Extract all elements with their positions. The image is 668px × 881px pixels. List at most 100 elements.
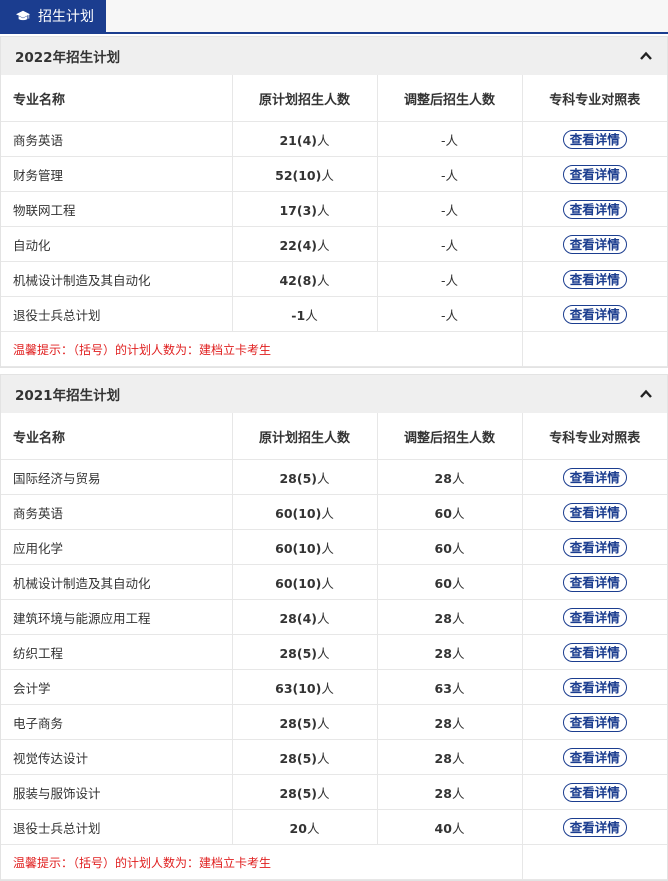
adjusted-count-cell: 28人 [377,599,523,635]
adjusted-count: 28 [434,785,452,801]
unit-label: 人 [317,750,330,766]
view-details-button[interactable]: 查看详情 [562,572,627,592]
unit-label: 人 [451,680,465,696]
view-details-button[interactable]: 查看详情 [562,677,627,697]
tab-admission-plan[interactable]: 招生计划 [0,0,106,32]
planned-count-cell: 28(4)人 [232,599,378,635]
detail-cell: 查看详情 [522,261,667,297]
view-details-button[interactable]: 查看详情 [562,269,627,289]
major-name: 建筑环境与能源应用工程 [1,599,233,635]
unit-label: 人 [317,470,330,486]
detail-cell: 查看详情 [522,494,667,530]
table-row: 机械设计制造及其自动化 42(8)人 -人 查看详情 [1,261,667,297]
planned-count: 22(4) [279,237,317,253]
unit-label: 人 [321,505,334,521]
planned-count-cell: 28(5)人 [232,459,378,495]
adjusted-count: 60 [434,540,452,556]
sections-container: 2022年招生计划 专业名称 原计划招生人数 调整后招生人数 专科专业对照表 商务英语 21… [0,36,668,881]
planned-count: 28(5) [279,750,317,766]
adjusted-count: 60 [434,505,452,521]
view-details-button[interactable]: 查看详情 [562,817,627,837]
unit-label: 人 [451,575,465,591]
major-name: 机械设计制造及其自动化 [1,564,233,600]
major-name: 服装与服饰设计 [1,774,233,810]
adjusted-count-cell: 60人 [377,529,523,565]
adjusted-count: 28 [434,470,452,486]
planned-count-cell: 63(10)人 [232,669,378,705]
planned-count-cell: 22(4)人 [232,226,378,262]
detail-cell: 查看详情 [522,156,667,192]
tab-label: 招生计划 [38,9,94,25]
major-name: 退役士兵总计划 [1,809,233,845]
section-title: 2021年招生计划 [15,388,121,404]
adjusted-count-cell: -人 [377,261,523,297]
adjusted-count-cell: -人 [377,191,523,227]
adjusted-count: 63 [434,680,452,696]
view-details-button[interactable]: 查看详情 [562,747,627,767]
major-name: 物联网工程 [1,191,233,227]
view-details-button[interactable]: 查看详情 [562,304,627,324]
adjusted-count: 60 [434,575,452,591]
view-details-button[interactable]: 查看详情 [562,537,627,557]
unit-label: 人 [445,307,459,323]
detail-cell: 查看详情 [522,669,667,705]
chevron-up-icon[interactable] [639,49,653,63]
chevron-up-icon[interactable] [639,387,653,401]
view-details-button[interactable]: 查看详情 [562,164,627,184]
view-details-button[interactable]: 查看详情 [562,712,627,732]
planned-count: 21(4) [279,132,317,148]
planned-count: 60(10) [275,505,322,521]
adjusted-count: 28 [434,715,452,731]
view-details-button[interactable]: 查看详情 [562,234,627,254]
major-name: 自动化 [1,226,233,262]
unit-label: 人 [306,820,320,836]
unit-label: 人 [321,167,334,183]
adjusted-count-cell: 28人 [377,634,523,670]
planned-count-cell: 28(5)人 [232,634,378,670]
table-row: 物联网工程 17(3)人 -人 查看详情 [1,191,667,227]
view-details-button[interactable]: 查看详情 [562,502,627,522]
unit-label: 人 [445,167,459,183]
table-row: 商务英语 21(4)人 -人 查看详情 [1,121,667,157]
detail-cell: 查看详情 [522,599,667,635]
note-row: 温馨提示：（括号）的计划人数为：建档立卡考生 [1,331,667,367]
view-details-button[interactable]: 查看详情 [562,467,627,487]
note-row-spacer [522,331,667,367]
planned-count: 63(10) [275,680,322,696]
major-name: 财务管理 [1,156,233,192]
column-header: 原计划招生人数 [232,413,378,460]
reminder-note: 温馨提示：（括号）的计划人数为：建档立卡考生 [1,331,523,367]
detail-cell: 查看详情 [522,634,667,670]
unit-label: 人 [317,610,330,626]
unit-label: 人 [451,505,465,521]
adjusted-count-cell: 28人 [377,774,523,810]
adjusted-count-cell: -人 [377,296,523,332]
planned-count: 17(3) [279,202,317,218]
planned-count: 28(5) [279,785,317,801]
adjusted-count-cell: -人 [377,226,523,262]
reminder-note: 温馨提示：（括号）的计划人数为：建档立卡考生 [1,844,523,880]
adjusted-count: 28 [434,750,452,766]
adjusted-count: 28 [434,645,452,661]
view-details-button[interactable]: 查看详情 [562,607,627,627]
unit-label: 人 [451,715,465,731]
view-details-button[interactable]: 查看详情 [562,199,627,219]
view-details-button[interactable]: 查看详情 [562,782,627,802]
major-name: 商务英语 [1,121,233,157]
planned-count: 42(8) [279,272,317,288]
table-row: 电子商务 28(5)人 28人 查看详情 [1,704,667,740]
adjusted-count-cell: -人 [377,156,523,192]
unit-label: 人 [317,202,330,218]
view-details-button[interactable]: 查看详情 [562,642,627,662]
section-header[interactable]: 2022年招生计划 [1,37,667,75]
detail-cell: 查看详情 [522,564,667,600]
unit-label: 人 [451,645,465,661]
adjusted-count-cell: 60人 [377,564,523,600]
view-details-button[interactable]: 查看详情 [562,129,627,149]
adjusted-count-cell: 60人 [377,494,523,530]
tab-bar: 招生计划 [0,0,668,34]
table-row: 应用化学 60(10)人 60人 查看详情 [1,529,667,565]
section-title: 2022年招生计划 [15,50,121,66]
detail-cell: 查看详情 [522,739,667,775]
section-header[interactable]: 2021年招生计划 [1,375,667,413]
